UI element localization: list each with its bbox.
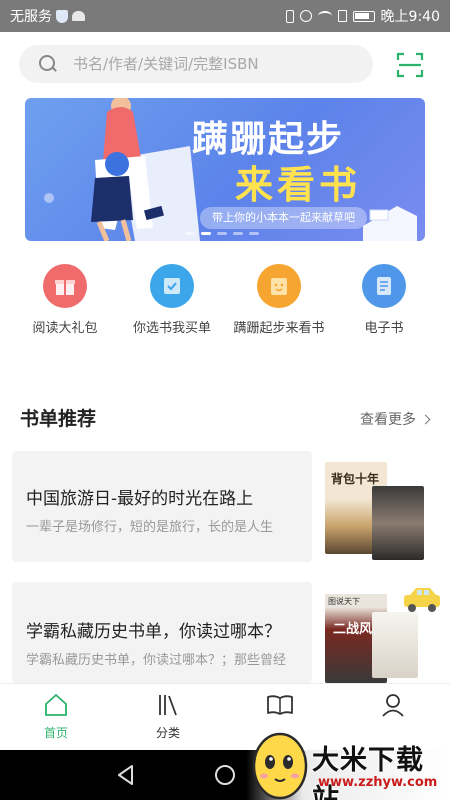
chevron-right-icon <box>420 414 431 424</box>
tab-home[interactable]: 首页 <box>11 692 101 741</box>
search-input[interactable] <box>73 55 353 73</box>
tab-category[interactable]: 分类 <box>123 692 213 741</box>
carousel-dot <box>249 232 259 235</box>
watermark-name: 大米下载站 <box>312 745 424 800</box>
quick-nav-choose-books[interactable]: 你选书我买单 <box>117 264 227 336</box>
tab-profile[interactable] <box>348 692 438 724</box>
quick-nav-label: 电子书 <box>364 321 404 336</box>
home-icon <box>45 694 67 716</box>
search-icon <box>39 55 57 73</box>
quick-nav-start-reading[interactable]: 蹒跚起步来看书 <box>224 264 334 336</box>
carousel-dot <box>217 232 227 235</box>
tab-bookshelf[interactable] <box>235 692 325 724</box>
taxi-icon <box>404 588 440 612</box>
status-right: 晚上9:40 <box>285 6 440 26</box>
see-more-label: 查看更多 <box>360 412 416 428</box>
cover-top-text: 图说天下 <box>328 597 360 606</box>
mascot-logo-icon <box>252 732 308 800</box>
carousel-dots <box>185 232 259 235</box>
clock-text: 晚上9:40 <box>380 9 440 25</box>
quick-nav-label: 阅读大礼包 <box>32 321 98 336</box>
tab-label: 分类 <box>155 726 180 740</box>
android-icon <box>72 11 85 21</box>
shield-icon <box>56 9 68 23</box>
banner-tagline: 带上你的小本本一起来献草吧 <box>200 207 367 229</box>
booklist-desc: 一辈子是场修行，短的是旅行，长的是人生 <box>26 520 274 535</box>
status-bar: 无服务 晚上9:40 <box>0 0 450 32</box>
book-cover[interactable] <box>372 486 424 560</box>
booklist-desc: 学霸私藏历史书单，你读过哪本？；那些曾经 <box>26 653 287 668</box>
booklist-title: 学霸私藏历史书单，你读过哪本？ <box>26 622 281 642</box>
nav-home-icon[interactable] <box>214 764 236 786</box>
carousel-dot <box>185 232 195 235</box>
booklist-title: 中国旅游日-最好的时光在路上 <box>26 489 254 509</box>
cover-title: 背包十年 <box>331 472 380 486</box>
carrier-text: 无服务 <box>10 9 52 25</box>
ebook-icon <box>362 264 406 308</box>
tab-label: 首页 <box>43 726 68 740</box>
banner-subtitle: 来看书 <box>235 163 362 207</box>
sim-icon <box>337 10 347 22</box>
carousel-dot-active <box>201 232 211 235</box>
scan-icon[interactable] <box>396 51 424 79</box>
see-more-link[interactable]: 查看更多 <box>360 409 431 429</box>
open-book-icon <box>267 695 293 715</box>
back-icon[interactable] <box>116 764 136 786</box>
quick-nav: 阅读大礼包 你选书我买单 蹒跚起步来看书 电子书 <box>0 264 450 344</box>
carousel-dot <box>233 232 243 235</box>
user-icon <box>382 694 404 717</box>
quick-nav-label: 蹒跚起步来看书 <box>233 321 325 336</box>
quick-nav-ebooks[interactable]: 电子书 <box>329 264 439 336</box>
status-left: 无服务 <box>10 6 85 26</box>
battery-icon <box>352 10 375 22</box>
quick-nav-label: 你选书我买单 <box>132 321 211 336</box>
promo-banner[interactable]: 蹒跚起步 来看书 带上你的小本本一起来献草吧 <box>25 98 425 241</box>
search-bar[interactable] <box>19 45 373 83</box>
wifi-icon <box>317 11 332 21</box>
booklist-card[interactable]: 学霸私藏历史书单，你读过哪本？ 学霸私藏历史书单，你读过哪本？；那些曾经 <box>12 582 312 683</box>
books-icon <box>159 695 177 716</box>
gift-icon <box>43 264 87 308</box>
book-check-icon <box>150 264 194 308</box>
smiley-book-icon <box>257 264 301 308</box>
book-cover[interactable] <box>372 612 418 678</box>
booklist-card[interactable]: 中国旅游日-最好的时光在路上 一辈子是场修行，短的是旅行，长的是人生 <box>12 451 312 562</box>
section-title: 书单推荐 <box>20 408 97 430</box>
alarm-icon <box>299 10 312 22</box>
vibrate-icon <box>285 9 294 23</box>
watermark-url: www.zzhyw.com <box>318 775 438 790</box>
quick-nav-gift[interactable]: 阅读大礼包 <box>10 264 120 336</box>
